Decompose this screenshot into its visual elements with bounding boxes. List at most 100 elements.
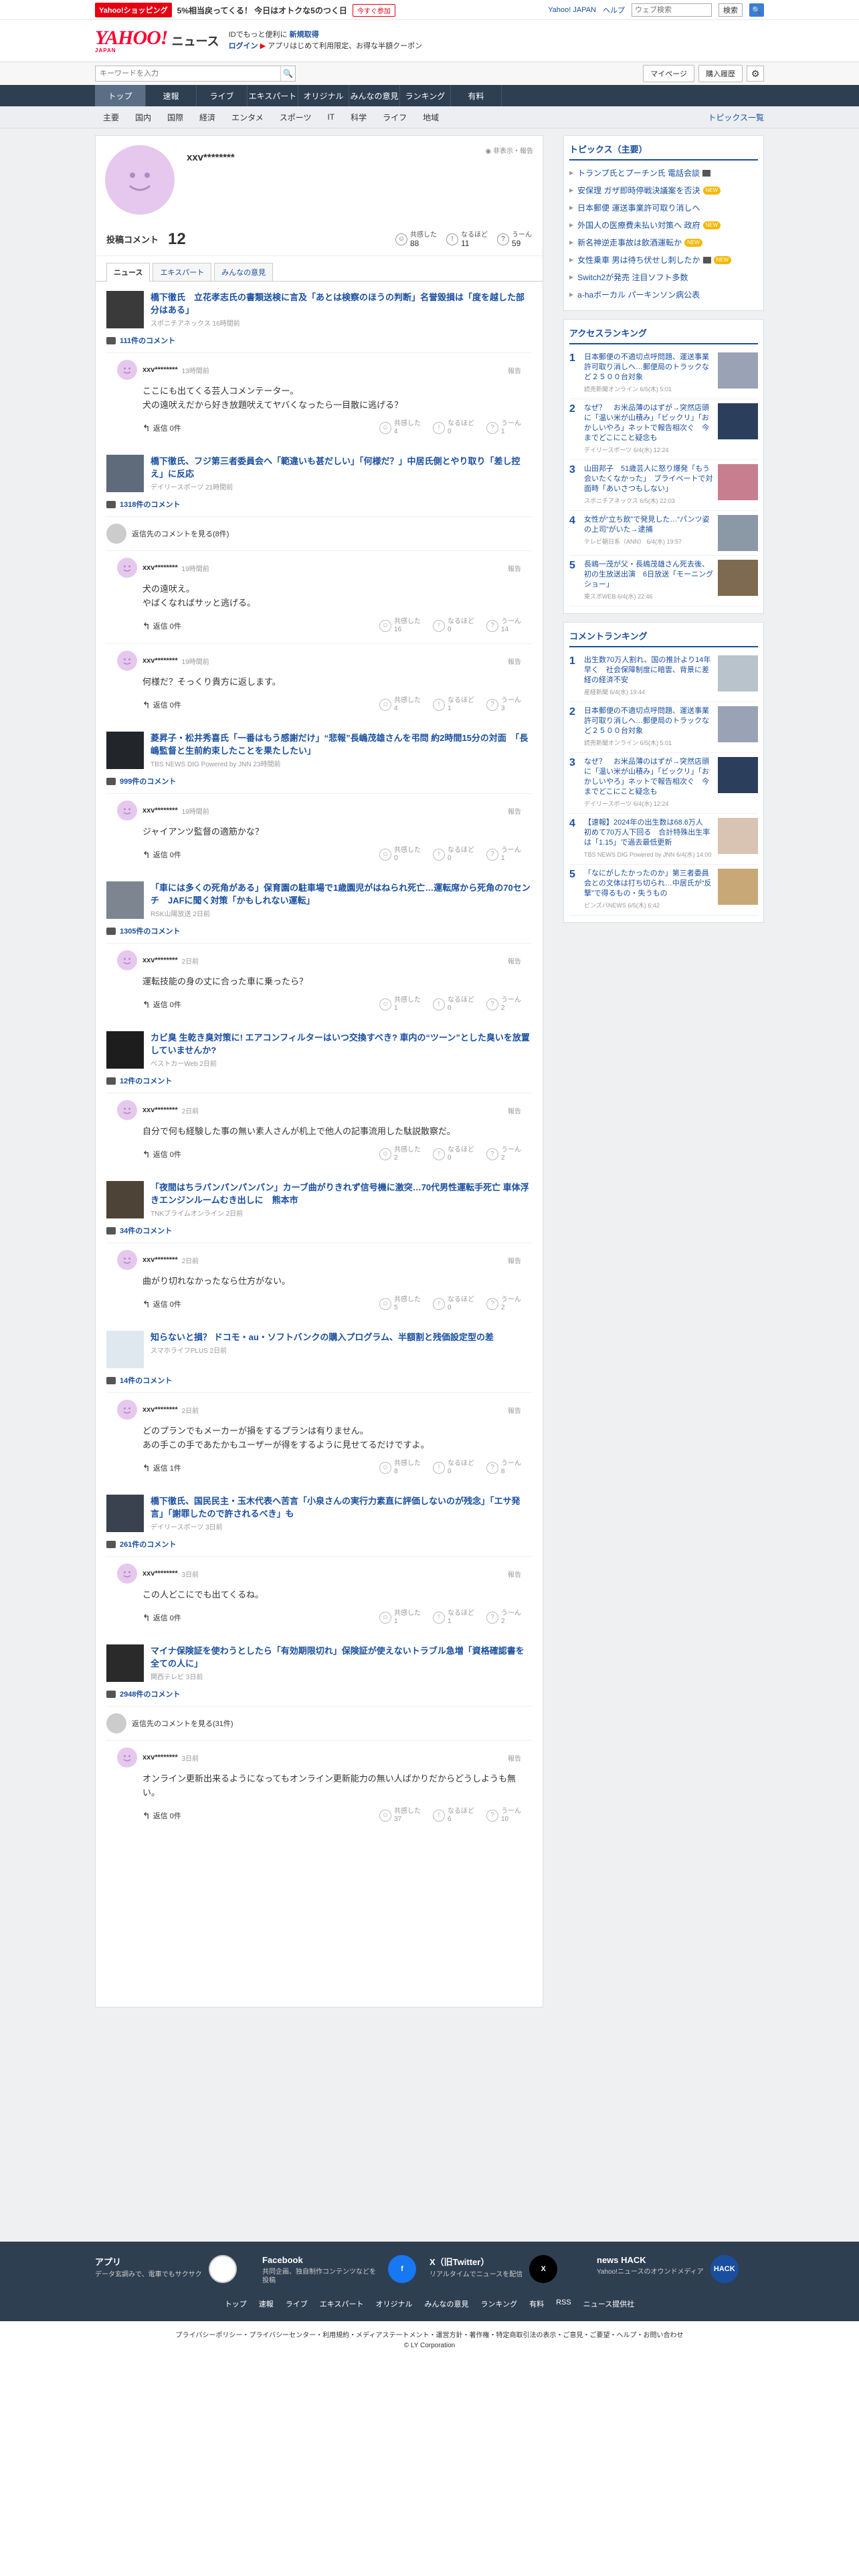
rank-thumbnail[interactable] — [718, 515, 758, 551]
web-search-input[interactable] — [632, 3, 712, 17]
promo-message[interactable]: 5%相当戻ってくる！ 今日はオトクな5のつく日 — [177, 5, 347, 16]
join-now-button[interactable]: 今すぐ参加 — [352, 3, 395, 17]
reaction-hmm-button[interactable]: ? うーん 2 — [486, 1296, 521, 1312]
ranking-item[interactable]: 4 【速報】2024年の出生数は68.6万人 初めて70万人下回る 合計特殊出生率… — [569, 814, 758, 865]
comment-count-text[interactable]: 12件のコメント — [120, 1075, 172, 1086]
footer-block-title[interactable]: X（旧Twitter） — [430, 2255, 522, 2268]
topic-label[interactable]: 女性乗車 男は待ち伏せし刺したか — [577, 251, 700, 269]
category-economy[interactable]: 経済 — [191, 112, 223, 123]
keyword-input[interactable] — [96, 66, 280, 81]
category-life[interactable]: ライフ — [375, 112, 415, 123]
ranking-item[interactable]: 5 「なにがしたかったのか」第三者委員会との文体は打ち切られ…中居氏が“反撃”で得… — [569, 865, 758, 916]
footer-nav-item[interactable]: エキスパート — [320, 2298, 364, 2309]
comment-count-text[interactable]: 2948件のコメント — [120, 1689, 180, 1699]
reply-button[interactable]: ↰ 返信 0件 — [142, 1299, 181, 1310]
reaction-smile-button[interactable]: ☺ 共感した 8 — [379, 1460, 421, 1476]
view-parent-label[interactable]: 返信先のコメントを見る(8件) — [132, 528, 229, 539]
view-parent-label[interactable]: 返信先のコメントを見る(31件) — [132, 1718, 233, 1729]
topic-label[interactable]: トランプ氏とプーチン氏 電話会談 — [577, 165, 700, 182]
topic-label[interactable]: 外国人の医療費未払い対策へ 政府 — [577, 217, 700, 234]
footer-nav-item[interactable]: ランキング — [480, 2298, 517, 2309]
reaction-lightbulb-button[interactable]: ! なるほど 0 — [433, 996, 474, 1012]
topic-label[interactable]: 安保理 ガザ即時停戦決議案を否決 — [577, 182, 700, 199]
nav-opinions[interactable]: みんなの意見 — [349, 85, 400, 106]
report-link[interactable]: 報告 — [508, 563, 521, 573]
rank-title[interactable]: 女性が“立ち飲”で発見した…“パンツ姿の上司”がいた→逮捕 — [584, 515, 714, 535]
article-comment-count[interactable]: 2948件のコメント — [96, 1686, 543, 1706]
footer-nav-item[interactable]: ライブ — [286, 2298, 308, 2309]
news-logo-text[interactable]: ニュース — [171, 32, 219, 49]
article-comment-count[interactable]: 111件のコメント — [96, 332, 543, 352]
ranking-item[interactable]: 3 山田邦子 51歳芸人に怒り爆発「もう会いたくなかった」 ブライベートで対面時「… — [569, 460, 758, 511]
footer-hack-block[interactable]: news HACK Yahoo!ニュースのオウンドメディア HACK — [597, 2255, 764, 2285]
reply-button[interactable]: ↰ 返信 0件 — [142, 1149, 181, 1160]
article-title[interactable]: 「車には多くの死角がある」保育園の駐車場で1歳園児がはねられ死亡…運転席から死角… — [151, 881, 532, 907]
nav-top[interactable]: トップ — [95, 85, 146, 106]
article-comment-count[interactable]: 1305件のコメント — [96, 923, 543, 943]
topic-item[interactable]: ▶ Switch2が発売 注目ソフト多数 — [569, 269, 758, 286]
rank-thumbnail[interactable] — [718, 818, 758, 854]
reply-button[interactable]: ↰ 返信 0件 — [142, 849, 181, 861]
f-icon[interactable]: f — [388, 2255, 416, 2283]
footer-nav-item[interactable]: 速報 — [259, 2298, 274, 2309]
reaction-smile-button[interactable]: ☺ 共感した 16 — [379, 618, 421, 634]
app-icon[interactable] — [208, 2255, 237, 2283]
reaction-hmm-button[interactable]: ? うーん 2 — [486, 1610, 521, 1626]
ranking-item[interactable]: 3 なぜ？ お米品薄のはずが→突然店頭に「温い米が山積み」「ビックリ」「おかしいや… — [569, 753, 758, 814]
footer-f-block[interactable]: Facebook 共同企画、独自制作コンテンツなどを投稿 f — [262, 2255, 430, 2285]
reply-button[interactable]: ↰ 返信 0件 — [142, 621, 181, 632]
footer-nav-item[interactable]: ニュース提供社 — [583, 2298, 634, 2309]
x-icon[interactable]: X — [529, 2255, 558, 2283]
reaction-lightbulb-button[interactable]: ! なるほど 1 — [433, 697, 474, 713]
view-parent-comment[interactable]: 返信先のコメントを見る(8件) — [106, 516, 532, 550]
footer-x-block[interactable]: X（旧Twitter） リアルタイムでニュースを配信 X — [430, 2255, 597, 2285]
tab-news[interactable]: ニュース — [106, 263, 151, 282]
help-link[interactable]: ヘルプ — [603, 5, 625, 15]
mypage-button[interactable]: マイページ — [643, 65, 694, 82]
rank-thumbnail[interactable] — [718, 403, 758, 439]
tab-expert[interactable]: エキスパート — [153, 263, 212, 281]
rank-thumbnail[interactable] — [718, 352, 758, 389]
rank-title[interactable]: 山田邦子 51歳芸人に怒り爆発「もう会いたくなかった」 ブライベートで対面時「あ… — [584, 464, 714, 494]
reaction-smile-button[interactable]: ☺ 共感した 1 — [379, 1610, 421, 1626]
footer-block-title[interactable]: Facebook — [262, 2255, 381, 2265]
signup-link[interactable]: 新規取得 — [290, 31, 319, 39]
comment-count-text[interactable]: 14件のコメント — [120, 1375, 172, 1386]
rank-thumbnail[interactable] — [718, 464, 758, 500]
footer-block-title[interactable]: news HACK — [597, 2255, 704, 2265]
web-search-button[interactable]: 検索 — [719, 3, 743, 17]
topic-item[interactable]: ▶ 女性乗車 男は待ち伏せし刺したか NEW — [569, 251, 758, 269]
report-link[interactable]: 報告 — [508, 1255, 521, 1265]
article-thumbnail[interactable] — [106, 455, 144, 492]
reply-button[interactable]: ↰ 返信 0件 — [142, 1810, 181, 1822]
footer-app-block[interactable]: アプリ データ玄調みで、電車でもサクサク — [95, 2255, 262, 2285]
category-domestic[interactable]: 国内 — [127, 112, 159, 123]
topic-label[interactable]: Switch2が発売 注目ソフト多数 — [577, 269, 688, 286]
article-item[interactable]: 知らないと損？ ドコモ・au・ソフトバンクの購入プログラム、半額割と残価設定型の… — [96, 1321, 543, 1372]
purchase-history-button[interactable]: 購入履歴 — [698, 65, 743, 82]
category-sports[interactable]: スポーツ — [272, 112, 320, 123]
reaction-smile-button[interactable]: ☺ 共感した 37 — [379, 1808, 421, 1824]
ranking-item[interactable]: 1 日本郵便の不適切点呼問題、運送事業許可取り消しへ…郵便局のトラックなど２５００… — [569, 348, 758, 399]
report-link[interactable]: 報告 — [508, 956, 521, 966]
report-link[interactable]: 報告 — [508, 1105, 521, 1115]
article-item[interactable]: 「車には多くの死角がある」保育園の駐車場で1歳園児がはねられ死亡…運転席から死角… — [96, 872, 543, 923]
footer-block-title[interactable]: アプリ — [95, 2255, 202, 2268]
rank-title[interactable]: なぜ？ お米品薄のはずが→突然店頭に「温い米が山積み」「ビックリ」「おかしいやろ… — [584, 757, 714, 797]
footer-nav-item[interactable]: 有料 — [529, 2298, 544, 2309]
reply-button[interactable]: ↰ 返信 1件 — [142, 1463, 181, 1474]
reaction-lightbulb-button[interactable]: ! なるほど 0 — [433, 618, 474, 634]
reaction-hmm-button[interactable]: ? うーん 3 — [486, 697, 521, 713]
footer-nav-item[interactable]: トップ — [225, 2298, 247, 2309]
reaction-lightbulb-button[interactable]: ! なるほど 0 — [433, 420, 474, 436]
nav-original[interactable]: オリジナル — [298, 85, 349, 106]
article-thumbnail[interactable] — [106, 1644, 144, 1682]
report-link[interactable]: 報告 — [508, 1753, 521, 1763]
nav-ranking[interactable]: ランキング — [400, 85, 451, 106]
article-item[interactable]: 橋下徹氏 立花孝志氏の書類送検に言及「あとは検察のほうの判断」名誉毀損は「度を越… — [96, 282, 543, 332]
rank-title[interactable]: 日本郵便の不適切点呼問題、運送事業許可取り消しへ…郵便局のトラックなど２５００台… — [584, 706, 714, 736]
article-item[interactable]: カビ臭 生乾き臭対策に! エアコンフィルターはいつ交換すべき? 車内の“ツーン”… — [96, 1022, 543, 1073]
report-link[interactable]: 報告 — [508, 806, 521, 816]
article-comment-count[interactable]: 34件のコメント — [96, 1222, 543, 1243]
reaction-smile-button[interactable]: ☺ 共感した 4 — [379, 697, 421, 713]
